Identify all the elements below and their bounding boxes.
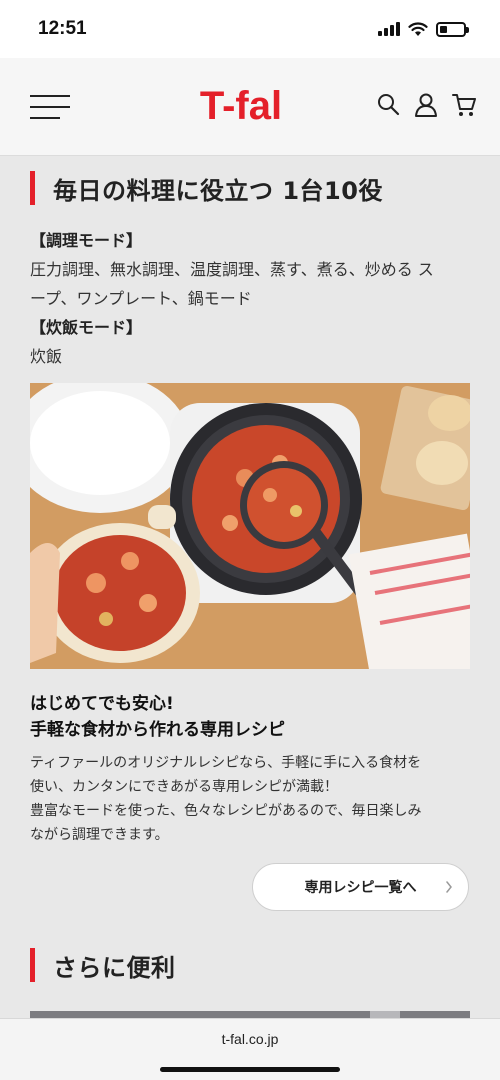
main-content: 毎日の料理に役立つ 1台10役 【調理モード】 圧力調理、無水調理、温度調理、蒸…: [30, 156, 470, 1071]
home-indicator[interactable]: [160, 1067, 340, 1072]
recipe-description: ティファールのオリジナルレシピなら、手軽に手に入る食材を 使い、カンタンにできあ…: [30, 751, 470, 847]
chevron-right-icon: [446, 881, 452, 893]
body-line4: ながら調理できます。: [30, 827, 169, 843]
status-bar: 12:51: [0, 0, 500, 58]
search-icon[interactable]: [376, 92, 400, 118]
section-heading-features: 毎日の料理に役立つ 1台10役: [30, 164, 470, 212]
menu-icon[interactable]: [30, 95, 70, 119]
recipe-list-button[interactable]: 専用レシピ一覧へ: [252, 863, 469, 911]
recipe-photo: [30, 383, 470, 669]
soup-pot-illustration: [30, 383, 470, 669]
section-heading-convenient: さらに便利: [30, 941, 470, 989]
section-title: さらに便利: [53, 953, 176, 982]
cart-icon[interactable]: [452, 92, 476, 118]
subheading-line1: はじめてでも安心!: [30, 694, 174, 714]
tfal-logo[interactable]: T-fal: [176, 82, 306, 128]
status-icons: [378, 21, 469, 37]
cooking-mode-text-line2: ープ、ワンプレート、鍋モード: [30, 289, 252, 308]
wifi-icon: [408, 21, 428, 36]
url-text: t-fal.co.jp: [221, 1031, 279, 1047]
header-icons: [376, 92, 476, 118]
section-title: 毎日の料理に役立つ 1台10役: [53, 176, 383, 205]
subheading-line2: 手軽な食材から作れる専用レシピ: [30, 720, 285, 740]
battery-icon: [436, 21, 469, 37]
mode-list: 【調理モード】 圧力調理、無水調理、温度調理、蒸す、煮る、炒める ス ープ、ワン…: [30, 226, 470, 371]
signal-icon: [378, 22, 400, 36]
recipe-list-button-label: 専用レシピ一覧へ: [304, 880, 417, 896]
recipe-subheading: はじめてでも安心! 手軽な食材から作れる専用レシピ: [30, 691, 470, 743]
site-header: T-fal: [0, 58, 500, 156]
rice-mode-title: 【炊飯モード】: [30, 318, 143, 337]
cooking-mode-text-line1: 圧力調理、無水調理、温度調理、蒸す、煮る、炒める ス: [30, 260, 434, 279]
browser-url-bar[interactable]: t-fal.co.jp: [0, 1018, 500, 1080]
body-line2: 使い、カンタンにできあがる専用レシピが満載！: [30, 779, 338, 795]
body-line3: 豊富なモードを使った、色々なレシピがあるので、毎日楽しみ: [30, 803, 422, 819]
account-icon[interactable]: [414, 92, 438, 118]
body-line1: ティファールのオリジナルレシピなら、手軽に手に入る食材を: [30, 755, 422, 771]
logo-wordmark: T-fal: [200, 84, 282, 128]
rice-mode-text: 炊飯: [30, 347, 63, 366]
cooking-mode-title: 【調理モード】: [30, 231, 143, 250]
heading-accent-bar: [30, 948, 35, 982]
battery-fill: [440, 25, 447, 33]
heading-accent-bar: [30, 171, 35, 205]
status-time: 12:51: [38, 18, 87, 39]
svg-text:T-fal: T-fal: [200, 84, 282, 128]
